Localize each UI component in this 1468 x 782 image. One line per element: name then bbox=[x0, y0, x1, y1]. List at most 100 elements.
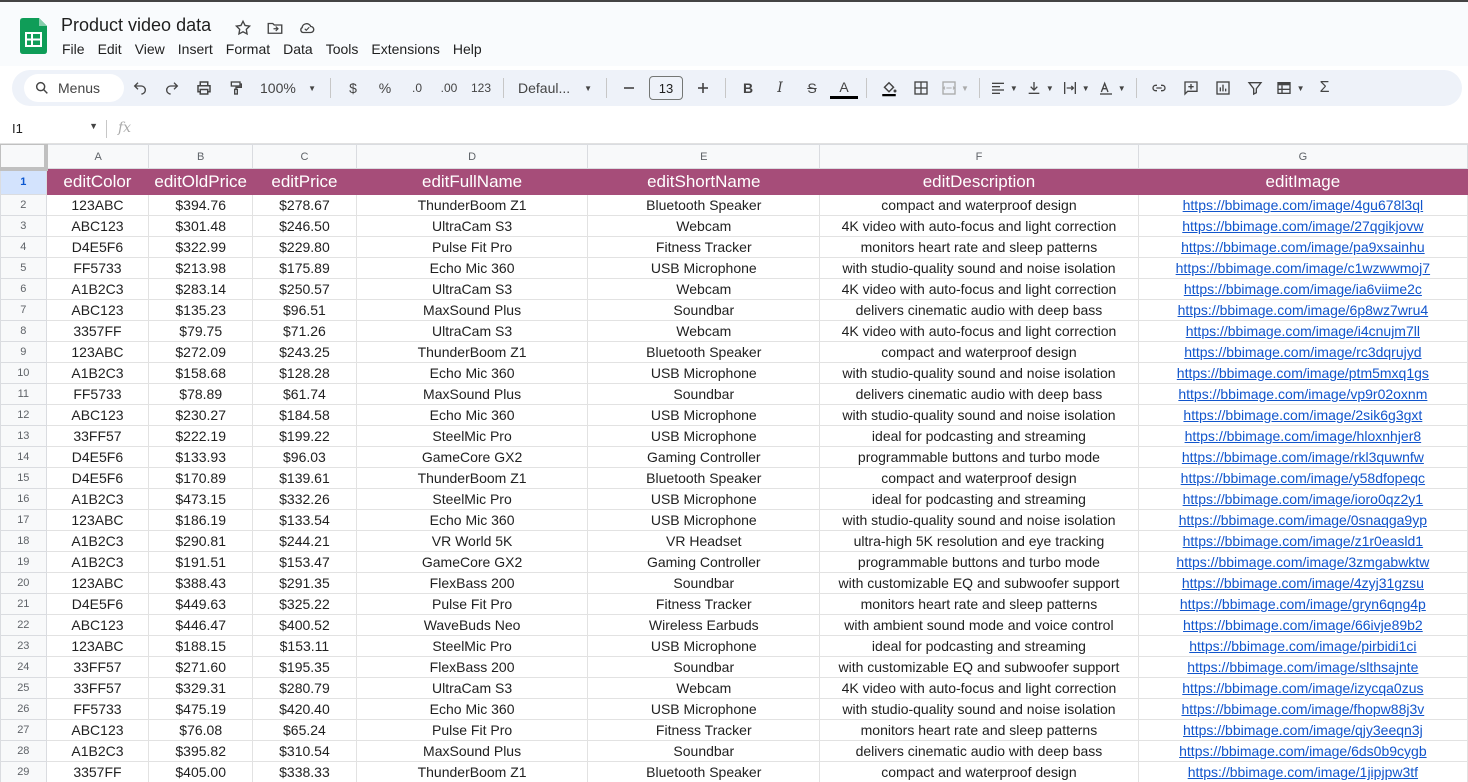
redo-button[interactable] bbox=[158, 74, 186, 102]
cell-image-url[interactable]: https://bbimage.com/image/i4cnujm7ll bbox=[1137, 320, 1468, 342]
cell-full-name[interactable]: Pulse Fit Pro bbox=[355, 236, 589, 258]
zoom-select[interactable]: 100% ▼ bbox=[254, 74, 322, 102]
row-number[interactable]: 7 bbox=[0, 299, 47, 321]
cell-old-price[interactable]: $158.68 bbox=[148, 362, 254, 384]
row-number[interactable]: 8 bbox=[0, 320, 47, 342]
cell-color[interactable]: 123ABC bbox=[45, 341, 150, 363]
cell-price[interactable]: $338.33 bbox=[252, 761, 357, 782]
cell-description[interactable]: compact and waterproof design bbox=[819, 467, 1139, 489]
menu-tools[interactable]: Tools bbox=[326, 41, 359, 57]
cell-description[interactable]: ideal for podcasting and streaming bbox=[819, 488, 1139, 510]
cell-color[interactable]: 33FF57 bbox=[45, 656, 150, 678]
cell-image-url[interactable]: https://bbimage.com/image/rkl3quwnfw bbox=[1137, 446, 1468, 468]
cell-description[interactable]: with studio-quality sound and noise isol… bbox=[819, 404, 1139, 426]
cell-price[interactable]: $195.35 bbox=[252, 656, 357, 678]
row-number[interactable]: 2 bbox=[0, 194, 47, 216]
cell-short-name[interactable]: Fitness Tracker bbox=[587, 593, 821, 615]
cell-image-url[interactable]: https://bbimage.com/image/pa9xsainhu bbox=[1137, 236, 1468, 258]
cell-old-price[interactable]: $133.93 bbox=[148, 446, 254, 468]
print-button[interactable] bbox=[190, 74, 218, 102]
cell-old-price[interactable]: $395.82 bbox=[148, 740, 254, 762]
cell-old-price[interactable]: $186.19 bbox=[148, 509, 254, 531]
cell-full-name[interactable]: UltraCam S3 bbox=[355, 215, 589, 237]
header-cell-full-name[interactable]: editFullName bbox=[355, 168, 589, 195]
increase-decimal-button[interactable]: .00 bbox=[435, 74, 463, 102]
cell-price[interactable]: $139.61 bbox=[252, 467, 357, 489]
insert-chart-button[interactable] bbox=[1209, 74, 1237, 102]
row-number[interactable]: 16 bbox=[0, 488, 47, 510]
bold-button[interactable]: B bbox=[734, 74, 762, 102]
cell-short-name[interactable]: Bluetooth Speaker bbox=[587, 467, 821, 489]
horizontal-align-button[interactable]: ▼ bbox=[988, 74, 1020, 102]
cell-full-name[interactable]: MaxSound Plus bbox=[355, 740, 589, 762]
cell-full-name[interactable]: ThunderBoom Z1 bbox=[355, 341, 589, 363]
row-number[interactable]: 28 bbox=[0, 740, 47, 762]
cell-full-name[interactable]: Pulse Fit Pro bbox=[355, 719, 589, 741]
cell-color[interactable]: D4E5F6 bbox=[45, 236, 150, 258]
decrease-decimal-button[interactable]: .0 bbox=[403, 74, 431, 102]
cell-price[interactable]: $199.22 bbox=[252, 425, 357, 447]
cell-image-url[interactable]: https://bbimage.com/image/2sik6g3gxt bbox=[1137, 404, 1468, 426]
header-cell-price[interactable]: editPrice bbox=[252, 168, 357, 195]
cell-color[interactable]: FF5733 bbox=[45, 257, 150, 279]
row-number[interactable]: 10 bbox=[0, 362, 47, 384]
menu-edit[interactable]: Edit bbox=[98, 41, 122, 57]
cell-price[interactable]: $310.54 bbox=[252, 740, 357, 762]
cell-price[interactable]: $96.51 bbox=[252, 299, 357, 321]
cell-full-name[interactable]: UltraCam S3 bbox=[355, 320, 589, 342]
cell-price[interactable]: $280.79 bbox=[252, 677, 357, 699]
cell-old-price[interactable]: $272.09 bbox=[148, 341, 254, 363]
cell-description[interactable]: delivers cinematic audio with deep bass bbox=[819, 299, 1139, 321]
cell-image-url[interactable]: https://bbimage.com/image/6p8wz7wru4 bbox=[1137, 299, 1468, 321]
cell-full-name[interactable]: SteelMic Pro bbox=[355, 425, 589, 447]
cell-old-price[interactable]: $301.48 bbox=[148, 215, 254, 237]
cell-full-name[interactable]: Echo Mic 360 bbox=[355, 257, 589, 279]
cell-price[interactable]: $153.47 bbox=[252, 551, 357, 573]
menu-insert[interactable]: Insert bbox=[178, 41, 213, 57]
cell-color[interactable]: ABC123 bbox=[45, 614, 150, 636]
row-number[interactable]: 3 bbox=[0, 215, 47, 237]
cell-old-price[interactable]: $188.15 bbox=[148, 635, 254, 657]
cell-short-name[interactable]: Bluetooth Speaker bbox=[587, 194, 821, 216]
cell-old-price[interactable]: $473.15 bbox=[148, 488, 254, 510]
cell-description[interactable]: with studio-quality sound and noise isol… bbox=[819, 362, 1139, 384]
cell-old-price[interactable]: $191.51 bbox=[148, 551, 254, 573]
cell-image-url[interactable]: https://bbimage.com/image/66ivje89b2 bbox=[1137, 614, 1468, 636]
cell-full-name[interactable]: Echo Mic 360 bbox=[355, 404, 589, 426]
cell-color[interactable]: ABC123 bbox=[45, 404, 150, 426]
cell-image-url[interactable]: https://bbimage.com/image/27qgikjovw bbox=[1137, 215, 1468, 237]
row-number[interactable]: 17 bbox=[0, 509, 47, 531]
cell-short-name[interactable]: Webcam bbox=[587, 320, 821, 342]
cell-short-name[interactable]: USB Microphone bbox=[587, 425, 821, 447]
cell-old-price[interactable]: $78.89 bbox=[148, 383, 254, 405]
cell-description[interactable]: compact and waterproof design bbox=[819, 341, 1139, 363]
menu-extensions[interactable]: Extensions bbox=[371, 41, 439, 57]
functions-button[interactable]: Σ bbox=[1311, 74, 1339, 102]
cell-color[interactable]: A1B2C3 bbox=[45, 551, 150, 573]
cell-color[interactable]: FF5733 bbox=[45, 383, 150, 405]
row-number[interactable]: 13 bbox=[0, 425, 47, 447]
cell-image-url[interactable]: https://bbimage.com/image/izycqa0zus bbox=[1137, 677, 1468, 699]
increase-font-size-button[interactable] bbox=[689, 74, 717, 102]
cell-full-name[interactable]: Echo Mic 360 bbox=[355, 362, 589, 384]
cell-price[interactable]: $128.28 bbox=[252, 362, 357, 384]
cell-description[interactable]: monitors heart rate and sleep patterns bbox=[819, 719, 1139, 741]
text-wrapping-button[interactable]: ▼ bbox=[1060, 74, 1092, 102]
text-rotation-button[interactable]: ▼ bbox=[1096, 74, 1128, 102]
cell-short-name[interactable]: Fitness Tracker bbox=[587, 236, 821, 258]
header-cell-old-price[interactable]: editOldPrice bbox=[148, 168, 254, 195]
cell-short-name[interactable]: Soundbar bbox=[587, 299, 821, 321]
cell-short-name[interactable]: Soundbar bbox=[587, 572, 821, 594]
cell-old-price[interactable]: $394.76 bbox=[148, 194, 254, 216]
cell-short-name[interactable]: Webcam bbox=[587, 215, 821, 237]
cell-color[interactable]: 123ABC bbox=[45, 572, 150, 594]
cell-image-url[interactable]: https://bbimage.com/image/0snaqga9yp bbox=[1137, 509, 1468, 531]
header-cell-short-name[interactable]: editShortName bbox=[587, 168, 821, 195]
cell-description[interactable]: with studio-quality sound and noise isol… bbox=[819, 257, 1139, 279]
column-header-d[interactable]: D bbox=[355, 144, 589, 169]
cell-description[interactable]: ultra-high 5K resolution and eye trackin… bbox=[819, 530, 1139, 552]
column-header-f[interactable]: F bbox=[819, 144, 1139, 169]
italic-button[interactable]: I bbox=[766, 74, 794, 102]
cell-image-url[interactable]: https://bbimage.com/image/vp9r02oxnm bbox=[1137, 383, 1468, 405]
cell-image-url[interactable]: https://bbimage.com/image/fhopw88j3v bbox=[1137, 698, 1468, 720]
